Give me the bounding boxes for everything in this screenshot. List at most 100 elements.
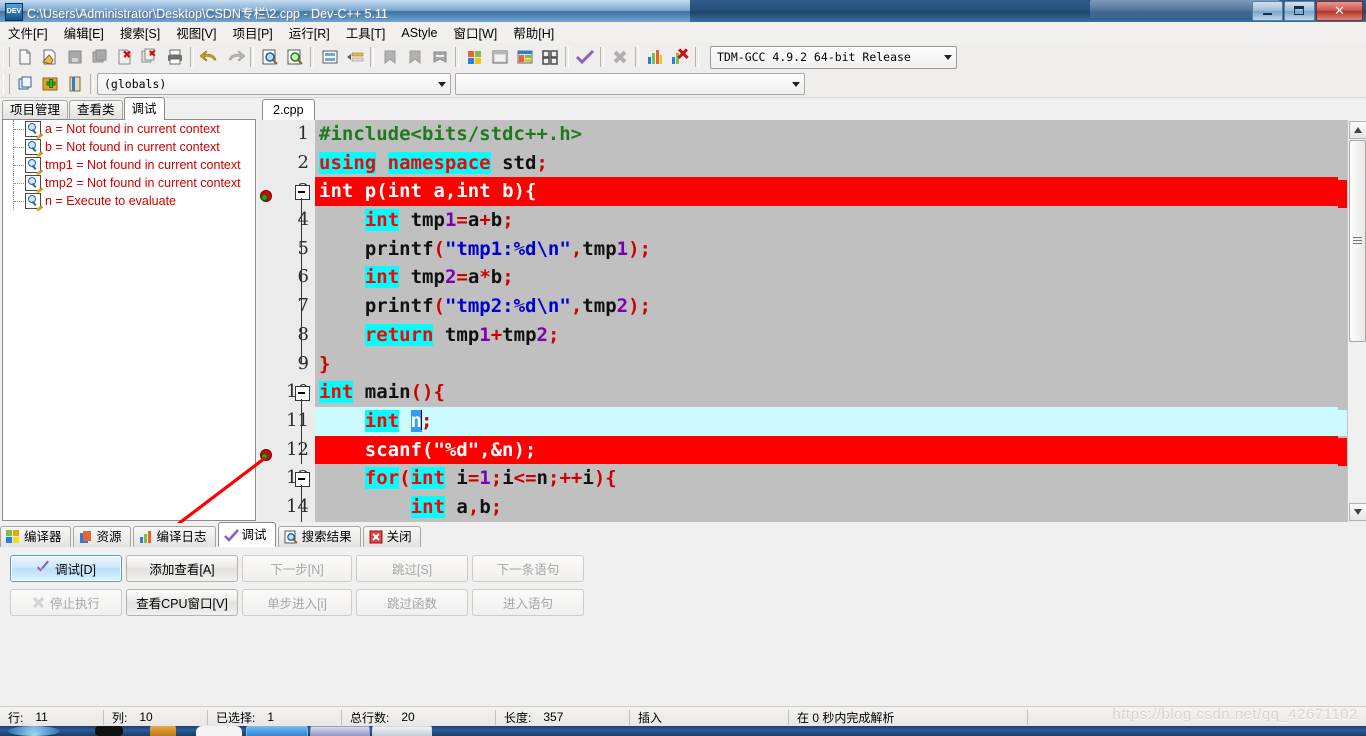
find-next-icon[interactable] <box>282 45 307 69</box>
bottom-tab-search-results[interactable]: 搜索结果 <box>277 526 361 547</box>
code-line[interactable]: } <box>315 350 1348 379</box>
taskbar-start-button[interactable] <box>8 726 60 736</box>
fold-collapse-icon[interactable] <box>295 472 310 488</box>
redo-icon[interactable] <box>222 45 247 69</box>
indent-icon[interactable] <box>342 45 367 69</box>
taskbar-item-1[interactable] <box>95 726 123 736</box>
stop-execution-toolbar-icon[interactable] <box>607 45 632 69</box>
new-file-icon[interactable] <box>12 45 37 69</box>
run-icon[interactable] <box>487 45 512 69</box>
code-line[interactable]: printf("tmp2:%d\n",tmp2); <box>315 292 1348 321</box>
code-line[interactable]: return tmp1+tmp2; <box>315 321 1348 350</box>
menu-view[interactable]: 视图[V] <box>168 21 224 44</box>
fold-collapse-icon[interactable] <box>295 185 310 201</box>
view-cpu-window-button[interactable]: 查看CPU窗口[V] <box>126 589 238 616</box>
scroll-up-button[interactable] <box>1349 121 1366 139</box>
fold-marker-cell[interactable] <box>295 206 315 235</box>
fold-marker-cell[interactable] <box>295 149 315 178</box>
minimize-button[interactable] <box>1252 1 1283 21</box>
code-line[interactable]: int p(int a,int b){ <box>315 177 1348 207</box>
fold-marker-cell[interactable] <box>295 120 315 149</box>
close-button[interactable]: ✕ <box>1316 1 1363 21</box>
code-line[interactable]: int tmp1=a+b; <box>315 206 1348 235</box>
panel-tab-debug[interactable]: 调试 <box>123 97 165 120</box>
breakpoint-icon[interactable] <box>260 184 274 203</box>
bottom-tab-compile-log[interactable]: 编译日志 <box>132 526 216 547</box>
add-to-project-icon[interactable] <box>37 72 62 96</box>
symbol-select[interactable] <box>455 73 805 95</box>
toolbar-grip[interactable] <box>3 47 10 67</box>
project-options-icon[interactable] <box>62 72 87 96</box>
fold-marker-cell[interactable] <box>295 177 315 207</box>
goto-line-icon[interactable] <box>317 45 342 69</box>
compiler-select[interactable]: TDM-GCC 4.9.2 64-bit Release <box>710 45 957 69</box>
code-line[interactable]: int a,b; <box>315 493 1348 522</box>
close-file-icon[interactable] <box>112 45 137 69</box>
code-line[interactable]: using namespace std; <box>315 149 1348 178</box>
menu-run[interactable]: 运行[R] <box>281 21 338 44</box>
debug-button[interactable]: 调试[D] <box>10 555 122 582</box>
save-all-icon[interactable] <box>87 45 112 69</box>
fold-column[interactable] <box>295 120 315 522</box>
bottom-tab-debug[interactable]: 调试 <box>217 522 276 547</box>
menu-astyle[interactable]: AStyle <box>393 24 445 42</box>
menu-edit[interactable]: 编辑[E] <box>56 21 112 44</box>
code-line[interactable]: scanf("%d",&n); <box>315 435 1348 465</box>
code-line[interactable]: int n; <box>315 406 1348 436</box>
globals-select[interactable]: (globals) <box>97 73 451 95</box>
editor-tab-2cpp[interactable]: 2.cpp <box>262 99 315 122</box>
menu-file[interactable]: 文件[F] <box>0 21 56 44</box>
fold-marker-cell[interactable] <box>295 349 315 379</box>
breakpoint-icon[interactable] <box>260 443 274 461</box>
taskbar-item-2[interactable] <box>150 726 176 736</box>
watch-item[interactable]: tmp1 = Not found in current context <box>3 156 255 176</box>
fold-marker-cell[interactable] <box>295 492 315 522</box>
watch-list[interactable]: a = Not found in current context b = Not … <box>2 119 256 521</box>
syntax-check-icon[interactable] <box>572 45 597 69</box>
open-file-icon[interactable] <box>37 45 62 69</box>
code-line[interactable]: for(int i=1;i<=n;++i){ <box>315 464 1348 493</box>
toolbar-grip-2[interactable] <box>3 74 10 94</box>
fold-collapse-icon[interactable] <box>295 386 310 402</box>
profile-icon[interactable] <box>642 45 667 69</box>
add-watch-button[interactable]: 添加查看[A] <box>126 555 238 582</box>
menu-window[interactable]: 窗口[W] <box>446 21 506 44</box>
undo-icon[interactable] <box>197 45 222 69</box>
code-line[interactable]: #include<bits/stdc++.h> <box>315 120 1348 149</box>
bottom-tab-resources[interactable]: 资源 <box>72 526 131 547</box>
enter-statement-button[interactable]: 进入语句 <box>472 589 584 616</box>
fold-marker-cell[interactable] <box>295 263 315 293</box>
taskbar-item-4[interactable] <box>246 726 308 736</box>
watch-item[interactable]: b = Not found in current context <box>3 138 255 158</box>
toggle-bookmark-icon[interactable] <box>427 45 452 69</box>
fold-marker-cell[interactable] <box>295 378 315 408</box>
watch-item[interactable]: tmp2 = Not found in current context <box>3 174 255 194</box>
code-editor[interactable]: 1234567891011121314 #include<bits/stdc++… <box>258 120 1348 522</box>
save-file-icon[interactable] <box>62 45 87 69</box>
compile-run-icon[interactable] <box>512 45 537 69</box>
find-icon[interactable] <box>257 45 282 69</box>
fold-marker-cell[interactable] <box>295 234 315 264</box>
watch-item[interactable]: a = Not found in current context <box>3 120 255 140</box>
stop-execution-button[interactable]: 停止执行 <box>10 589 122 616</box>
editor-scroll-thumb[interactable] <box>1349 140 1366 342</box>
close-all-icon[interactable] <box>137 45 162 69</box>
next-bookmark-icon[interactable] <box>402 45 427 69</box>
next-step-button[interactable]: 下一步[N] <box>242 555 352 582</box>
panel-tab-classes[interactable]: 查看类 <box>69 100 123 120</box>
code-line[interactable]: int tmp2=a*b; <box>315 263 1348 292</box>
skip-button[interactable]: 跳过[S] <box>356 555 468 582</box>
step-into-button[interactable]: 单步进入[i] <box>242 589 352 616</box>
editor-vertical-scrollbar[interactable] <box>1347 120 1366 522</box>
menu-help[interactable]: 帮助[H] <box>505 21 562 44</box>
bottom-tab-close[interactable]: 关闭 <box>362 526 421 547</box>
taskbar-item-5[interactable] <box>310 726 370 736</box>
code-line[interactable]: int main(){ <box>315 378 1348 407</box>
rebuild-all-icon[interactable] <box>537 45 562 69</box>
print-icon[interactable] <box>162 45 187 69</box>
scroll-down-button[interactable] <box>1349 503 1366 521</box>
new-window-icon[interactable] <box>12 72 37 96</box>
fold-marker-cell[interactable] <box>295 464 315 494</box>
code-line[interactable]: printf("tmp1:%d\n",tmp1); <box>315 235 1348 264</box>
code-text-area[interactable]: #include<bits/stdc++.h> using namespace s… <box>315 120 1348 522</box>
